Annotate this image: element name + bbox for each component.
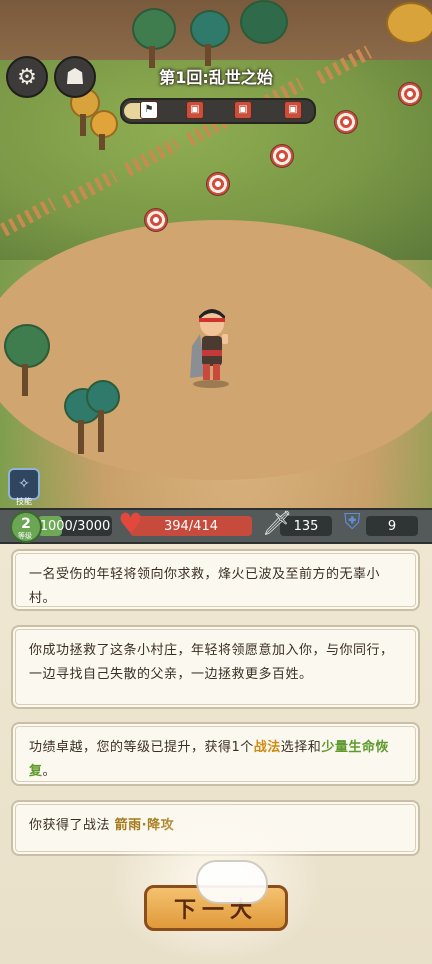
defense-stat: 9 — [366, 516, 418, 536]
message-card: 你成功拯救了这条小村庄，年轻将领愿意加入你，与你同行，一边寻找自己失散的父亲，一… — [11, 625, 420, 709]
tree — [386, 2, 432, 44]
message-text: 你获得了战法 — [29, 818, 111, 833]
message-card: 一名受伤的年轻将领向你求救，烽火已波及至前方的无辜小村。 — [11, 549, 420, 611]
tree — [4, 324, 50, 396]
stage-node-icon: ▣ — [234, 101, 252, 119]
highlight-skill: 战法 — [253, 740, 281, 755]
flag-icon: ⚑ — [140, 101, 158, 119]
attack-value: 135 — [293, 518, 319, 534]
hp-value: 394/414 — [163, 518, 218, 534]
pointing-hand-icon — [196, 860, 268, 904]
skill-label: 技能 — [16, 497, 32, 506]
target-enemy[interactable] — [144, 208, 168, 232]
defense-value: 9 — [387, 518, 397, 534]
xp-bar: 1000/3000 — [38, 516, 112, 536]
message-text: 功绩卓越，您的等级已提升，获得1个 — [29, 740, 254, 755]
tree — [86, 380, 120, 452]
tree — [240, 0, 288, 50]
skill-icon: ✧ — [18, 476, 30, 492]
level-value: 2 — [21, 516, 31, 532]
message-text: 一名受伤的年轻将领向你求救，烽火已波及至前方的无辜小村。 — [29, 567, 381, 606]
target-enemy[interactable] — [270, 144, 294, 168]
stage-node-icon: ▣ — [186, 101, 204, 119]
message-card: 功绩卓越，您的等级已提升，获得1个战法选择和少量生命恢复。 — [11, 722, 420, 786]
hp-bar: 394/414 — [130, 516, 252, 536]
message-text: 。 — [42, 764, 57, 779]
message-text: 选择和 — [280, 740, 322, 755]
tree — [132, 8, 176, 68]
stage-node-icon: ▣ — [284, 101, 302, 119]
game-map: ⚙ ☗ 第1回:乱世之始 ⚑ ▣ ▣ ▣ ✧ 技能 — [0, 0, 432, 508]
xp-value: 1000/3000 — [39, 518, 111, 534]
heart-icon: ♥ — [118, 507, 144, 540]
level-label: 等级 — [18, 532, 32, 540]
chapter-title: 第1回:乱世之始 — [159, 68, 273, 87]
message-text: 你成功拯救了这条小村庄，年轻将领愿意加入你，与你同行，一边寻找自己失散的父亲，一… — [29, 643, 394, 682]
tree — [190, 10, 230, 66]
sword-icon: 🗡 — [262, 509, 293, 537]
hero-character — [186, 306, 236, 388]
tree — [90, 110, 118, 150]
target-enemy[interactable] — [334, 110, 358, 134]
status-bar: 1000/3000 394/414 135 9 — [0, 508, 432, 544]
target-enemy[interactable] — [206, 172, 230, 196]
shield-icon: ⛨ — [344, 510, 361, 535]
